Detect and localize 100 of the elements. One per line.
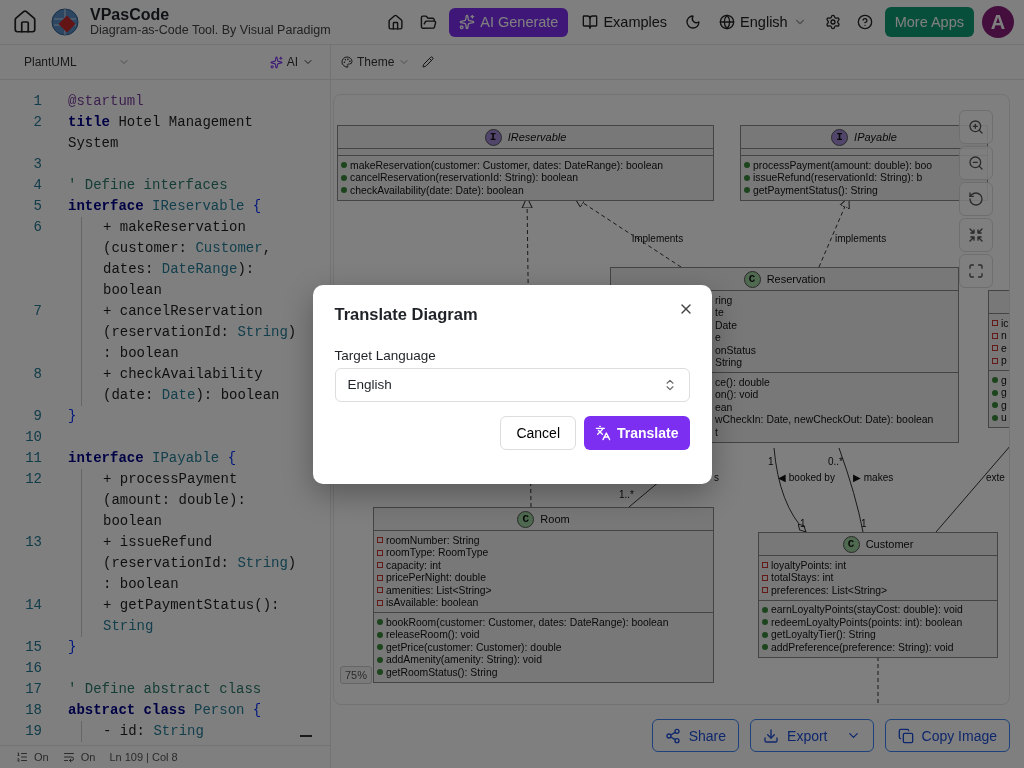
class-method: releaseRoom(): void	[386, 629, 480, 641]
class-attribute: ic	[1001, 317, 1009, 329]
wrap-icon	[62, 751, 75, 763]
class-attribute: pricePerNight: double	[386, 572, 486, 584]
code-line: (amount: double):	[103, 491, 246, 510]
line-number: 7	[32, 302, 42, 321]
edge-label: 0..*	[828, 456, 843, 467]
class-attribute: onStatus	[715, 344, 756, 356]
class-method: getPaymentStatus(): String	[753, 184, 878, 196]
class-badge: C	[517, 510, 535, 528]
code-line: (reservationId: String)	[103, 323, 297, 342]
globe-icon	[719, 14, 736, 30]
sparkles-icon	[269, 55, 283, 69]
reset-button[interactable]	[959, 182, 993, 216]
cancel-button[interactable]: Cancel	[500, 415, 576, 450]
code-line: + makeReservation	[103, 218, 247, 237]
zoom-in-button[interactable]	[959, 110, 993, 144]
zoom-out-icon	[968, 155, 984, 171]
field-label: Target Language	[334, 347, 437, 363]
class-attribute: roomType: RoomType	[386, 547, 489, 559]
class-name: Reservation	[766, 273, 826, 285]
line-numbers-toggle[interactable]: On	[16, 751, 49, 763]
edge-label: 1	[800, 518, 806, 529]
theme-select[interactable]: Theme	[339, 53, 413, 71]
edge-label: 1	[768, 456, 774, 467]
copy-button[interactable]: Copy Image	[884, 719, 1010, 752]
code-line: interface IPayable {	[68, 449, 237, 468]
app-subtitle: Diagram-as-Code Tool. By Visual Paradigm	[90, 23, 331, 38]
code-line: }	[68, 638, 77, 657]
class-method: checkAvailability(date: Date): boolean	[350, 184, 524, 196]
line-number: 13	[24, 533, 42, 552]
class-method: getPrice(customer: Customer): double	[386, 641, 562, 653]
ai-generate-button[interactable]: AI Generate	[449, 7, 569, 37]
code-line: (date: Date): boolean	[103, 386, 280, 405]
interface-badge: I	[484, 128, 502, 146]
ai-menu-button[interactable]: AI	[267, 53, 316, 71]
code-line: (customer: Customer,	[103, 239, 272, 258]
user-avatar[interactable]: A	[982, 6, 1014, 38]
code-line: + issueRefund	[103, 533, 214, 552]
code-line: + processPayment	[103, 470, 239, 489]
class-method: t	[715, 426, 718, 438]
code-line: boolean	[103, 512, 163, 531]
more-apps-button[interactable]: More Apps	[884, 7, 974, 37]
class-method: earnLoyaltyPoints(stayCost: double): void	[771, 604, 963, 616]
class-attribute: preferences: List<String>	[771, 584, 888, 596]
zoom-out-button[interactable]	[959, 146, 993, 180]
class-attribute: amenities: List<String>	[386, 584, 492, 596]
fit-button[interactable]	[959, 218, 993, 252]
language-select[interactable]: English	[713, 10, 813, 34]
class-method: getRoomStatus(): String	[386, 666, 498, 678]
class-attribute: Date	[715, 319, 737, 331]
class-method: g	[1001, 387, 1007, 399]
word-wrap-toggle[interactable]: On	[62, 751, 96, 763]
class-attribute: p	[1001, 355, 1007, 367]
export-button[interactable]: Export	[750, 719, 874, 752]
code-line: interface IReservable {	[68, 197, 262, 216]
language-select[interactable]: English	[334, 367, 690, 402]
line-number: 14	[24, 596, 42, 615]
fullscreen-icon	[968, 263, 984, 279]
interface-badge: I	[831, 128, 849, 146]
edge-label: ▶ makes	[853, 472, 894, 483]
code-line: ' Define interfaces	[68, 176, 228, 195]
class-name: IReservable	[507, 131, 567, 143]
class-attribute: capacity: int	[386, 559, 441, 571]
code-line: @startuml	[68, 92, 144, 111]
examples-button[interactable]: Examples	[576, 10, 674, 34]
dialog-title: Translate Diagram	[334, 304, 478, 324]
code-line: : boolean	[103, 575, 180, 594]
book-icon	[582, 14, 599, 30]
class-method: cancelReservation(reservationId: String): boolean	[350, 172, 579, 184]
share-button[interactable]: Share	[651, 719, 740, 752]
zoom-in-icon	[968, 119, 984, 135]
class-method: g	[1001, 374, 1007, 386]
code-line: + getPaymentStatus():	[103, 596, 280, 615]
edge-label: s	[714, 472, 719, 483]
class-attribute: e	[1001, 342, 1007, 354]
code-line: : boolean	[103, 344, 180, 363]
class-attribute: ring	[715, 294, 733, 306]
class-method: g	[1001, 399, 1007, 411]
sparkles-icon	[459, 14, 476, 30]
code-line: title Hotel Management	[68, 113, 253, 132]
line-number: 2	[32, 113, 42, 132]
translate-button[interactable]: Translate	[584, 415, 690, 450]
rotate-icon	[968, 191, 984, 207]
edge-label: exte	[986, 472, 1005, 483]
logo-icon	[50, 7, 80, 37]
class-badge: C	[743, 270, 761, 288]
class-method: bookRoom(customer: Customer, dates: DateRange): boolean	[386, 616, 669, 628]
line-number: 6	[32, 218, 42, 237]
edge-label: implements	[835, 233, 887, 244]
line-number: 17	[24, 680, 42, 699]
code-line: - id: String	[103, 722, 204, 741]
code-line: + cancelReservation	[103, 302, 264, 321]
line-number: 19	[24, 722, 42, 741]
diagram-language-select[interactable]: PlantUML	[22, 53, 132, 71]
code-line: dates: DateRange):	[103, 260, 256, 279]
cursor-position: Ln 109 | Col 8	[109, 751, 178, 763]
class-method: on(): void	[715, 389, 759, 401]
class-method: addAmenity(amenity: String): void	[386, 654, 542, 666]
zoom-level: 75%	[340, 666, 373, 684]
